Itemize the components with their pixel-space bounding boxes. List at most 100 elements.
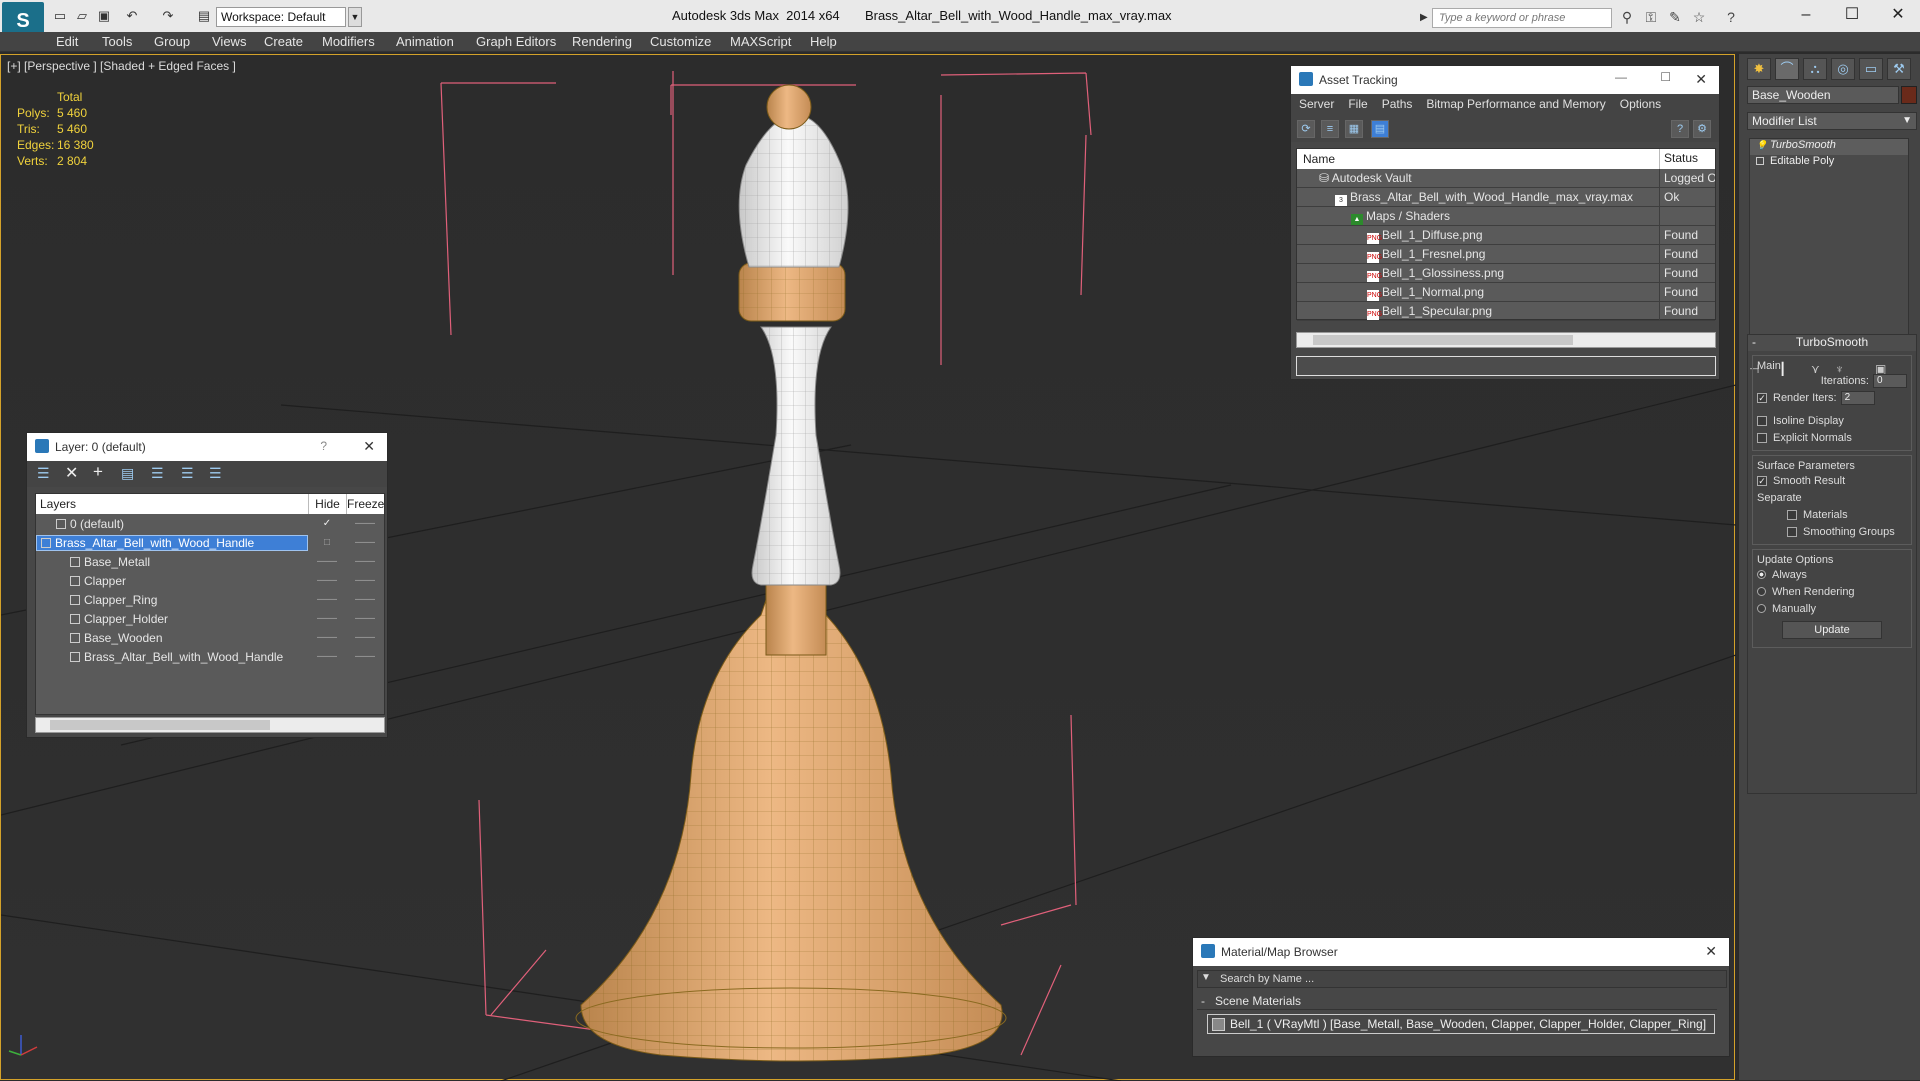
column-layers[interactable]: Layers [36, 494, 308, 514]
when-rendering-radio[interactable] [1757, 587, 1766, 596]
menu-tools[interactable]: Tools [102, 34, 132, 49]
column-name[interactable]: Name [1297, 149, 1659, 169]
help-icon[interactable]: ? [1722, 8, 1740, 26]
create-layer-icon[interactable]: ☰ [37, 465, 50, 482]
favorites-star-icon[interactable]: ☆ [1690, 8, 1708, 26]
smooth-result-checkbox[interactable]: ✓ [1757, 475, 1767, 486]
freeze-toggle[interactable]: —— [346, 613, 384, 624]
menu-group[interactable]: Group [154, 34, 190, 49]
always-radio[interactable] [1757, 570, 1766, 579]
render-iters-spinner[interactable]: 2 [1840, 390, 1875, 405]
hide-toggle[interactable]: —— [308, 575, 346, 586]
menu-rendering[interactable]: Rendering [572, 34, 632, 49]
maximize-icon[interactable]: ☐ [1660, 70, 1671, 84]
collapse-icon[interactable]: - [1201, 994, 1205, 1008]
close-icon[interactable]: ✕ [1695, 71, 1707, 88]
column-freeze[interactable]: Freeze [346, 494, 384, 514]
menu-paths[interactable]: Paths [1382, 97, 1413, 113]
hierarchy-tab-icon[interactable]: ⛬ [1803, 58, 1827, 80]
menu-create[interactable]: Create [264, 34, 303, 49]
layer-horizontal-scrollbar[interactable] [35, 717, 385, 733]
table-view-icon[interactable]: ▤ [1371, 120, 1389, 138]
highlight-layer-icon[interactable]: ☰ [151, 465, 164, 482]
object-name-field[interactable]: Base_Wooden [1747, 86, 1899, 104]
iterations-spinner[interactable]: 0 [1873, 373, 1907, 388]
add-to-layer-icon[interactable]: + [93, 462, 103, 482]
light-bulb-icon[interactable]: 💡 [1756, 140, 1767, 151]
layer-row[interactable]: Base_Wooden —— —— [36, 628, 384, 647]
hide-toggle[interactable]: —— [308, 632, 346, 643]
close-icon[interactable]: ✕ [363, 438, 375, 455]
column-status[interactable]: Status [1659, 149, 1715, 169]
workspace-dropdown-arrow-icon[interactable]: ▼ [348, 7, 362, 27]
layer-row[interactable]: Brass_Altar_Bell_with_Wood_Handle □ —— [36, 533, 384, 552]
explicit-normals-checkbox[interactable] [1757, 432, 1767, 443]
asset-horizontal-scrollbar[interactable] [1296, 332, 1716, 348]
column-hide[interactable]: Hide [308, 494, 346, 514]
material-item[interactable]: Bell_1 ( VRayMtl ) [Base_Metall, Base_Wo… [1207, 1014, 1715, 1034]
layer-row[interactable]: Clapper —— —— [36, 571, 384, 590]
hide-toggle[interactable]: □ [308, 537, 346, 548]
stack-item-turbosmooth[interactable]: 💡 TurboSmooth [1750, 139, 1908, 155]
update-button[interactable]: Update [1782, 621, 1882, 639]
layer-row[interactable]: Brass_Altar_Bell_with_Wood_Handle —— —— [36, 647, 384, 666]
close-icon[interactable]: ✕ [1705, 943, 1717, 960]
scene-materials-section[interactable]: - Scene Materials [1197, 994, 1717, 1010]
menu-graph-editors[interactable]: Graph Editors [476, 34, 556, 49]
select-objects-icon[interactable]: ▤ [121, 465, 134, 482]
open-file-icon[interactable]: ▱ [74, 9, 90, 23]
menu-server[interactable]: Server [1299, 97, 1334, 113]
menu-edit[interactable]: Edit [56, 34, 78, 49]
modify-tab-icon[interactable]: ⌒ [1775, 58, 1799, 80]
freeze-toggle[interactable]: —— [346, 575, 384, 586]
render-iters-checkbox[interactable]: ✓ [1757, 392, 1767, 403]
table-row[interactable]: 3 Brass_Altar_Bell_with_Wood_Handle_max_v… [1297, 188, 1715, 207]
hide-toggle[interactable]: —— [308, 651, 346, 662]
collapse-icon[interactable]: - [1752, 335, 1756, 349]
menu-customize[interactable]: Customize [650, 34, 711, 49]
smoothing-groups-checkbox[interactable] [1787, 526, 1797, 537]
object-color-swatch[interactable] [1901, 86, 1917, 104]
redo-icon[interactable]: ↷ [160, 9, 176, 23]
hide-toggle[interactable]: —— [308, 613, 346, 624]
close-icon[interactable]: ✕ [1878, 4, 1918, 26]
layer-row[interactable]: 0 (default) ✓ —— [36, 514, 384, 533]
refresh-icon[interactable]: ⟳ [1297, 120, 1315, 138]
materials-checkbox[interactable] [1787, 509, 1797, 520]
minimize-icon[interactable]: — [1615, 70, 1627, 84]
delete-layer-icon[interactable]: ✕ [65, 463, 78, 483]
table-row[interactable]: ▲ Maps / Shaders [1297, 207, 1715, 226]
menu-file[interactable]: File [1348, 97, 1367, 113]
maximize-icon[interactable]: ☐ [1832, 4, 1872, 26]
project-folder-icon[interactable]: ▤ [196, 9, 212, 23]
search-expand-icon[interactable]: ▶ [1420, 12, 1428, 23]
freeze-toggle[interactable]: —— [346, 518, 384, 529]
expand-icon[interactable] [1756, 157, 1764, 165]
current-layer-check-icon[interactable]: ✓ [308, 518, 346, 529]
new-file-icon[interactable]: ▭ [52, 9, 68, 23]
help-icon[interactable]: ? [320, 439, 327, 453]
freeze-toggle[interactable]: —— [346, 651, 384, 662]
search-input[interactable]: Type a keyword or phrase [1432, 8, 1612, 28]
search-options-icon[interactable]: ▼ [1201, 972, 1211, 983]
table-row[interactable]: PNGBell_1_Specular.png Found [1297, 302, 1715, 321]
help-icon[interactable]: ? [1671, 120, 1689, 138]
table-row[interactable]: PNGBell_1_Glossiness.png Found [1297, 264, 1715, 283]
vault-icon[interactable]: ⚙ [1693, 120, 1711, 138]
table-row[interactable]: PNGBell_1_Fresnel.png Found [1297, 245, 1715, 264]
menu-options[interactable]: Options [1620, 97, 1661, 113]
layer-row[interactable]: Clapper_Holder —— —— [36, 609, 384, 628]
freeze-toggle[interactable]: —— [346, 556, 384, 567]
menu-help[interactable]: Help [810, 34, 837, 49]
modifier-list-dropdown[interactable]: Modifier List ▼ [1747, 112, 1917, 130]
scrollbar-thumb[interactable] [50, 720, 270, 730]
scrollbar-thumb[interactable] [1313, 335, 1573, 345]
stack-item-editable-poly[interactable]: Editable Poly [1750, 155, 1908, 171]
rollout-title-bar[interactable]: - TurboSmooth [1748, 335, 1916, 351]
freeze-toggle[interactable]: —— [346, 594, 384, 605]
freeze-toggle[interactable]: —— [346, 537, 384, 548]
layer-row[interactable]: Base_Metall —— —— [36, 552, 384, 571]
freeze-all-icon[interactable]: ☰ [209, 465, 222, 482]
motion-tab-icon[interactable]: ◎ [1831, 58, 1855, 80]
layer-row[interactable]: Clapper_Ring —— —— [36, 590, 384, 609]
